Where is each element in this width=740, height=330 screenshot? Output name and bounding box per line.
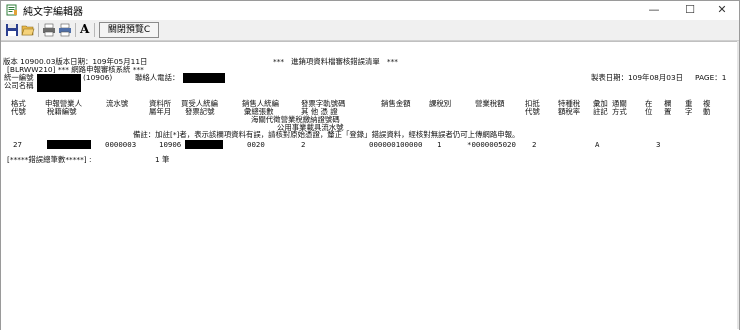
error-total-value: 1 筆 <box>155 155 170 164</box>
close-button[interactable]: ✕ <box>705 1 739 19</box>
col-tax-type: 課稅別 <box>429 99 452 108</box>
folder-open-icon[interactable] <box>21 23 35 37</box>
toolbar-separator <box>75 23 76 37</box>
redacted-declarant-id <box>47 140 91 149</box>
window-title: 純文字編輯器 <box>23 7 83 18</box>
vertical-scrollbar[interactable] <box>737 41 739 329</box>
col-agg-2: 註記 <box>593 107 608 116</box>
toolbar: A 關閉預覽C <box>1 20 739 41</box>
record-format: 27 <box>13 140 22 149</box>
col-repeat-2: 字 <box>685 107 693 116</box>
error-total-label: [*****錯誤總筆數*****] : <box>7 155 92 164</box>
col-period-2: 屬年月 <box>149 107 172 116</box>
col-format-2: 代號 <box>11 107 26 116</box>
tax-id-code: (10906) <box>83 73 113 82</box>
font-icon[interactable]: A <box>80 22 89 36</box>
document-area: 版本 10900.03版本日期：109年05月11日 *** 進銷項資料檔審核錯… <box>1 41 739 330</box>
report-title: *** 進銷項資料檔審核錯誤清單 *** <box>273 57 398 66</box>
record-tax-type: 1 <box>437 140 442 149</box>
record-serial: 0000003 <box>105 140 137 149</box>
company-label: 公司名稱 <box>4 81 34 90</box>
contact-label: 聯絡人電話： <box>135 73 180 82</box>
record-deduct-code: 2 <box>532 140 537 149</box>
col-amount: 銷售金額 <box>381 99 411 108</box>
col-customs-2: 方式 <box>612 107 627 116</box>
print-date: 製表日期：109年08月03日 <box>591 73 684 82</box>
page-number: PAGE：1 <box>695 73 727 82</box>
record-agg-mark: A <box>595 140 600 149</box>
col-dup-2: 動 <box>703 107 711 116</box>
title-bar: 純文字編輯器 — ☐ ✕ <box>1 1 739 19</box>
record-invoice-no: 2 <box>301 140 306 149</box>
col-in-2: 位 <box>645 107 653 116</box>
record-amount: 000000100000 <box>369 140 423 149</box>
record-position: 3 <box>656 140 661 149</box>
close-preview-button[interactable]: 關閉預覽C <box>99 22 159 38</box>
editor-window: 純文字編輯器 — ☐ ✕ A 關閉預覽C 版本 10900.03版本日期：109… <box>0 0 740 330</box>
printer-icon[interactable] <box>42 23 56 37</box>
print-preview-icon[interactable] <box>58 23 72 37</box>
col-deduct-2: 代號 <box>525 107 540 116</box>
note-text: 備註：加註[*]者，表示該欄項資料有誤，請核對原始憑證，釐正「登錄」錯誤資料，經… <box>133 130 520 139</box>
col-buyer-2: 發票記號 <box>185 107 215 116</box>
notepad-app-icon <box>6 4 17 16</box>
toolbar-separator <box>38 23 39 37</box>
maximize-button[interactable]: ☐ <box>673 1 707 19</box>
toolbar-separator <box>94 23 95 37</box>
record-period: 10906 <box>159 140 182 149</box>
col-serial: 流水號 <box>106 99 129 108</box>
redacted-contact-phone <box>183 73 225 83</box>
col-tax-amount: 營業稅額 <box>475 99 505 108</box>
record-seller-count: 0020 <box>247 140 265 149</box>
col-field-2: 置 <box>664 107 672 116</box>
col-declarant-2: 稅籍編號 <box>47 107 77 116</box>
minimize-button[interactable]: — <box>637 1 671 19</box>
col-special-tax-2: 額稅率 <box>558 107 581 116</box>
redacted-buyer-id <box>185 140 223 149</box>
redacted-company-name <box>37 82 81 92</box>
record-tax-amount: *0000005020 <box>467 140 516 149</box>
save-icon[interactable] <box>5 23 19 37</box>
